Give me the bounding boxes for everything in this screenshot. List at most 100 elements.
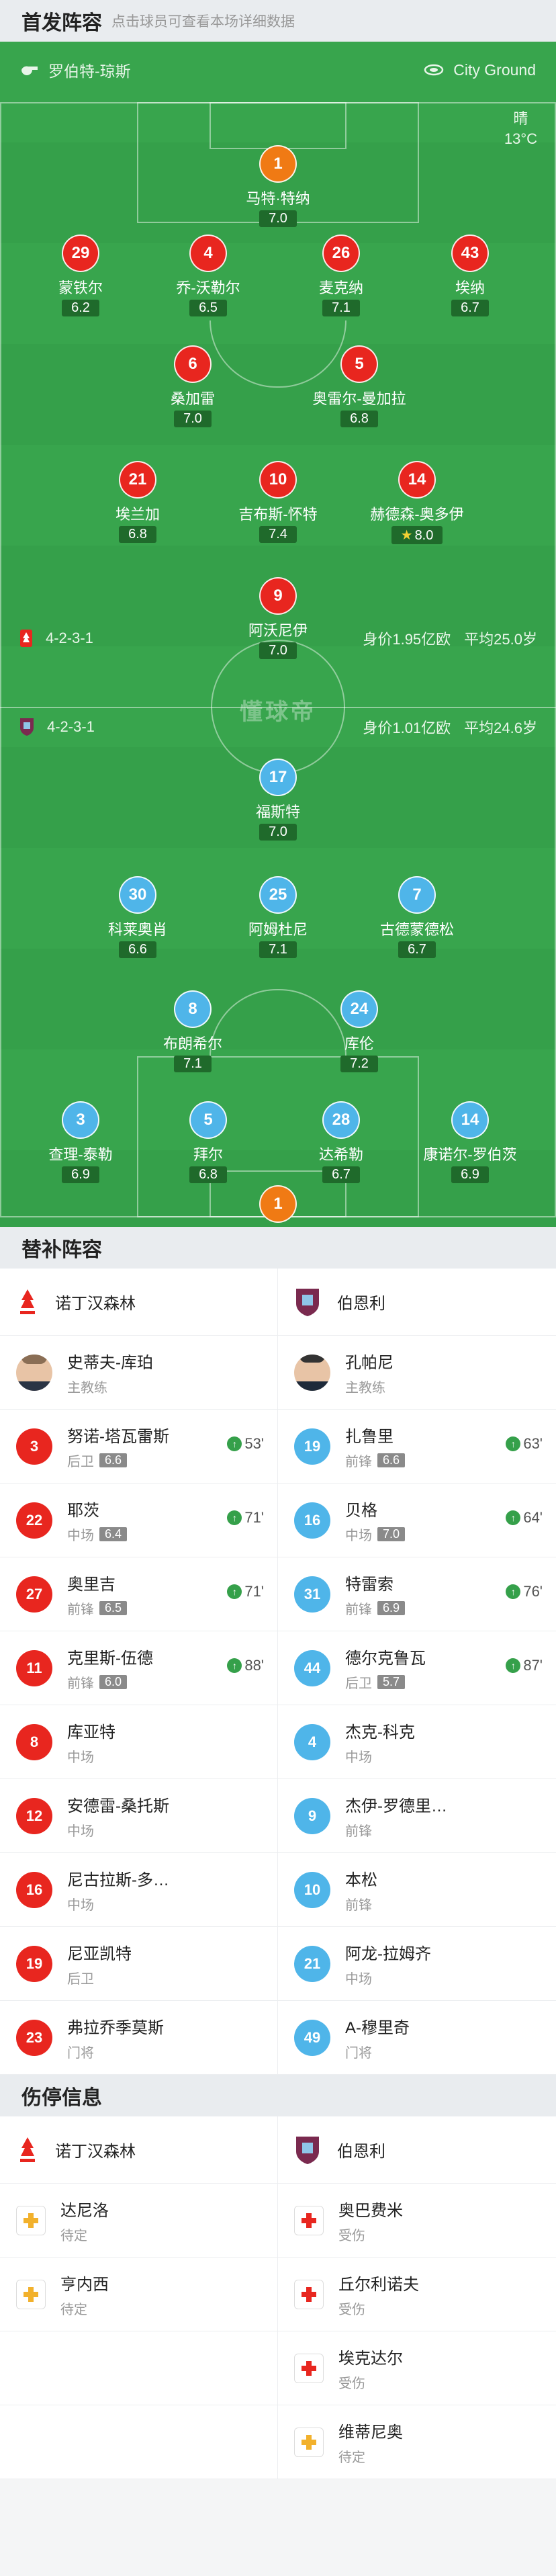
sub-player[interactable]: 12 安德雷-桑托斯 中场 bbox=[0, 1779, 278, 1852]
injured-player[interactable]: 奥巴费米 受伤 bbox=[278, 2184, 556, 2257]
player-rating: 6.8 bbox=[340, 411, 378, 427]
injured-player[interactable]: 维蒂尼奥 待定 bbox=[278, 2405, 556, 2479]
home-player[interactable]: 43 埃纳 6.7 bbox=[403, 234, 537, 316]
home-team-cell[interactable]: 诺丁汉森林 bbox=[0, 2116, 278, 2183]
sub-player[interactable]: 10 本松 前锋 bbox=[278, 1853, 556, 1926]
sub-player[interactable]: 4 杰克-科克 中场 bbox=[278, 1705, 556, 1778]
player-position: 中场 bbox=[67, 1750, 94, 1765]
sub-player[interactable]: 23 弗拉乔季莫斯 门将 bbox=[0, 2001, 278, 2074]
player-info: 贝格 中场 7.0 bbox=[345, 1497, 406, 1544]
sub-player[interactable]: 9 杰伊-罗德里… 前锋 bbox=[278, 1779, 556, 1852]
player-name: 乔-沃勒尔 bbox=[176, 280, 240, 296]
referee: 罗伯特-琼斯 bbox=[20, 58, 131, 81]
away-player[interactable]: 1特拉福德6.5 bbox=[211, 1185, 345, 1227]
player-position: 后卫 bbox=[67, 1971, 94, 1987]
player-name: 库伦 bbox=[344, 1035, 374, 1052]
sub-row: 23 弗拉乔季莫斯 门将 49 A-穆里奇 门将 bbox=[0, 2001, 556, 2075]
sub-player[interactable]: 27 奥里吉 前锋 6.5 ↑ 71' bbox=[0, 1557, 278, 1631]
coach-avatar bbox=[16, 1354, 52, 1391]
away-coach[interactable]: 孔帕尼 主教练 bbox=[278, 1336, 556, 1409]
home-player[interactable]: 10 吉布斯-怀特 7.4 bbox=[211, 461, 345, 543]
home-player[interactable]: 4 乔-沃勒尔 6.5 bbox=[141, 234, 275, 316]
injured-player[interactable]: 丘尔利诺夫 受伤 bbox=[278, 2258, 556, 2331]
player-number: 49 bbox=[294, 2019, 330, 2056]
sub-player[interactable]: 8 库亚特 中场 bbox=[0, 1705, 278, 1778]
player-number: 16 bbox=[16, 1871, 52, 1908]
player-number: 10 bbox=[259, 461, 297, 499]
player-number: 8 bbox=[174, 990, 212, 1028]
sub-player[interactable]: 19 尼亚凯特 后卫 bbox=[0, 1927, 278, 2000]
home-player[interactable]: 21 埃兰加 6.8 bbox=[71, 461, 205, 543]
away-player[interactable]: 28 达希勒 6.7 bbox=[274, 1101, 408, 1183]
away-player[interactable]: 3 查理-泰勒 6.9 bbox=[13, 1101, 148, 1183]
away-player[interactable]: 7 古德蒙德松 6.7 bbox=[350, 876, 484, 958]
sub-player[interactable]: 16 贝格 中场 7.0 ↑ 64' bbox=[278, 1484, 556, 1557]
sub-player[interactable]: 22 耶茨 中场 6.4 ↑ 71' bbox=[0, 1484, 278, 1557]
injury-status: 待定 bbox=[60, 2228, 87, 2243]
home-player[interactable]: 6 桑加雷 7.0 bbox=[126, 345, 260, 427]
injured-player[interactable]: 达尼洛 待定 bbox=[0, 2184, 278, 2257]
home-coach[interactable]: 史蒂夫-库珀 主教练 bbox=[0, 1336, 278, 1409]
player-name: 安德雷-桑托斯 bbox=[67, 1797, 169, 1815]
sub-player[interactable]: 19 扎鲁里 前锋 6.6 ↑ 63' bbox=[278, 1410, 556, 1483]
home-player[interactable]: 1 马特·特纳 7.0 bbox=[211, 145, 345, 227]
home-player[interactable]: 14 赫德森-奥多伊 ★ 8.0 bbox=[350, 461, 484, 544]
player-name: 阿姆杜尼 bbox=[248, 921, 308, 938]
away-team-cell[interactable]: 伯恩利 bbox=[278, 2116, 556, 2183]
star-icon: ★ bbox=[400, 528, 413, 543]
away-player[interactable]: 5 拜尔 6.8 bbox=[141, 1101, 275, 1183]
player-rating: 7.0 bbox=[259, 642, 297, 659]
away-player[interactable]: 8 布朗希尔 7.1 bbox=[126, 990, 260, 1072]
player-position-row: 前锋 6.0 bbox=[67, 1672, 153, 1692]
away-player[interactable]: 25 阿姆杜尼 7.1 bbox=[211, 876, 345, 958]
player-number: 4 bbox=[294, 1723, 330, 1760]
home-player[interactable]: 9 阿沃尼伊 7.0 bbox=[211, 577, 345, 659]
sub-player[interactable]: 16 尼古拉斯-多… 中场 bbox=[0, 1853, 278, 1926]
home-player[interactable]: 29 蒙铁尔 6.2 bbox=[13, 234, 148, 316]
player-position-row: 中场 bbox=[67, 1894, 169, 1914]
player-number: 21 bbox=[119, 461, 156, 499]
sub-in-badge: ↑ 88' bbox=[227, 1657, 264, 1674]
sub-in-arrow-icon: ↑ bbox=[506, 1436, 521, 1451]
sub-row: 11 克里斯-伍德 前锋 6.0 ↑ 88' 44 德尔克鲁瓦 后卫 5.7 ↑ 87' bbox=[0, 1631, 556, 1705]
injured-player[interactable]: 亨内西 待定 bbox=[0, 2258, 278, 2331]
sub-row: 19 尼亚凯特 后卫 21 阿龙-拉姆齐 中场 bbox=[0, 1927, 556, 2001]
nottingham-crest-icon bbox=[20, 630, 32, 647]
player-number: 16 bbox=[294, 1502, 330, 1539]
player-name: 本松 bbox=[345, 1871, 377, 1889]
away-player[interactable]: 24 库伦 7.2 bbox=[292, 990, 426, 1072]
away-player[interactable]: 17 福斯特 7.0 bbox=[211, 759, 345, 841]
sub-player[interactable]: 3 努诺-塔瓦雷斯 后卫 6.6 ↑ 53' bbox=[0, 1410, 278, 1483]
away-player[interactable]: 14 康诺尔-罗伯茨 6.9 bbox=[403, 1101, 537, 1183]
player-name: 查理-泰勒 bbox=[48, 1146, 113, 1163]
injured-player[interactable]: 埃克达尔 受伤 bbox=[278, 2331, 556, 2405]
home-team-cell[interactable]: 诺丁汉森林 bbox=[0, 1269, 278, 1335]
player-position: 中场 bbox=[345, 1528, 372, 1543]
stadium-icon bbox=[424, 64, 444, 76]
sub-player[interactable]: 31 特雷索 前锋 6.9 ↑ 76' bbox=[278, 1557, 556, 1631]
player-name: 扎鲁里 bbox=[345, 1427, 393, 1446]
sub-in-badge: ↑ 63' bbox=[506, 1435, 543, 1453]
away-player[interactable]: 30 科莱奥肖 6.6 bbox=[71, 876, 205, 958]
player-name: 桑加雷 bbox=[170, 390, 215, 407]
player-name: 努诺-塔瓦雷斯 bbox=[67, 1427, 169, 1446]
player-position: 前锋 bbox=[345, 1897, 372, 1913]
doubtful-cross-icon bbox=[16, 2205, 46, 2235]
player-name: 阿沃尼伊 bbox=[248, 622, 308, 639]
player-position-row: 中场 bbox=[67, 1746, 115, 1766]
sub-player[interactable]: 21 阿龙-拉姆齐 中场 bbox=[278, 1927, 556, 2000]
player-number: 23 bbox=[16, 2019, 52, 2056]
sub-player[interactable]: 11 克里斯-伍德 前锋 6.0 ↑ 88' bbox=[0, 1631, 278, 1705]
sub-player[interactable]: 49 A-穆里奇 门将 bbox=[278, 2001, 556, 2074]
player-rating: 7.4 bbox=[259, 526, 297, 543]
player-position-row: 后卫 bbox=[67, 1968, 132, 1987]
home-player[interactable]: 26 麦克纳 7.1 bbox=[274, 234, 408, 316]
player-name: 尼古拉斯-多… bbox=[67, 1871, 169, 1889]
player-info: 维蒂尼奥 待定 bbox=[338, 2419, 403, 2466]
sub-player[interactable]: 44 德尔克鲁瓦 后卫 5.7 ↑ 87' bbox=[278, 1631, 556, 1705]
player-name: 古德蒙德松 bbox=[379, 921, 454, 938]
player-name: 阿龙-拉姆齐 bbox=[345, 1944, 431, 1963]
player-number: 4 bbox=[189, 234, 227, 272]
home-player[interactable]: 5 奥雷尔-曼加拉 6.8 bbox=[292, 345, 426, 427]
away-team-cell[interactable]: 伯恩利 bbox=[278, 1269, 556, 1335]
